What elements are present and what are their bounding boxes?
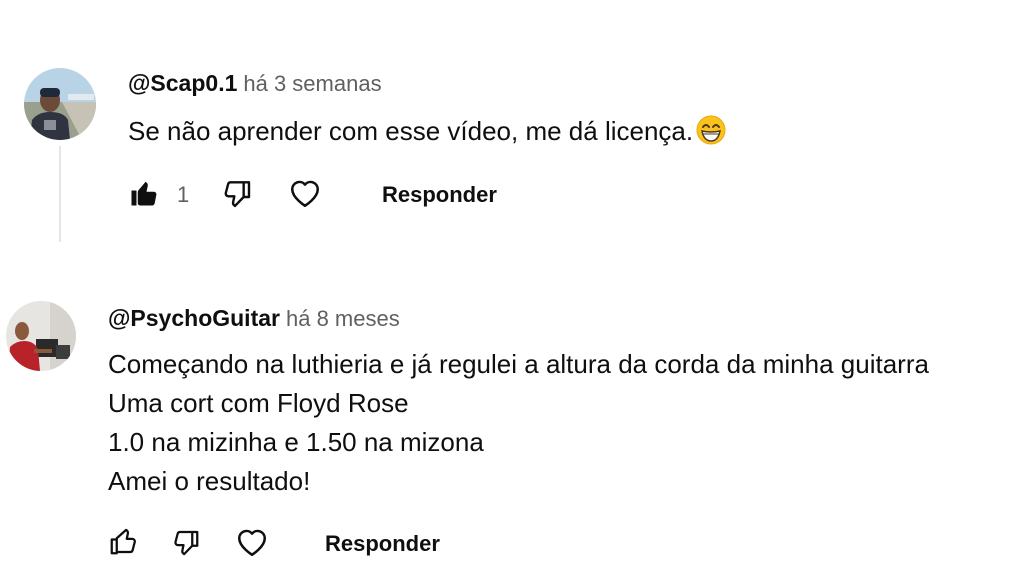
comment-line: Uma cort com Floyd Rose xyxy=(108,388,409,418)
heart-button[interactable] xyxy=(285,175,325,215)
thumbs-down-icon xyxy=(221,177,253,214)
comment-line: Começando na luthieria e já regulei a al… xyxy=(108,349,929,379)
like-button[interactable] xyxy=(108,524,138,564)
comment-actions: Responder xyxy=(108,524,468,564)
comments-section: @Scap0.1 há 3 semanas Se não aprender com… xyxy=(0,0,1024,576)
like-count: 1 xyxy=(177,182,190,207)
comment-line: Amei o resultado! xyxy=(108,466,311,496)
dislike-button[interactable] xyxy=(170,524,202,564)
comment-time[interactable]: há 3 semanas xyxy=(243,71,381,96)
reply-button[interactable]: Responder xyxy=(382,175,497,215)
thumbs-up-icon xyxy=(129,178,159,213)
avatar[interactable] xyxy=(6,301,76,371)
comment-time[interactable]: há 8 meses xyxy=(286,306,400,331)
comment-line: Se não aprender com esse vídeo, me dá li… xyxy=(128,116,694,146)
like-button[interactable] xyxy=(128,175,160,215)
heart-button[interactable] xyxy=(232,524,272,564)
grinning-face-icon xyxy=(696,115,726,156)
thread-line xyxy=(59,146,61,242)
thumbs-up-icon xyxy=(108,527,138,562)
comment-text: Se não aprender com esse vídeo, me dá li… xyxy=(128,112,726,156)
reply-button[interactable]: Responder xyxy=(325,524,440,564)
comment-text: Começando na luthieria e já regulei a al… xyxy=(108,345,929,501)
comment-author[interactable]: @Scap0.1 xyxy=(128,70,237,96)
avatar[interactable] xyxy=(24,68,96,140)
heart-icon xyxy=(233,524,271,565)
thumbs-down-icon xyxy=(171,527,201,562)
comment-actions: 1 Responder xyxy=(128,175,528,215)
comment-line: 1.0 na mizinha e 1.50 na mizona xyxy=(108,427,484,457)
comment-header: @PsychoGuitar há 8 meses xyxy=(108,307,400,330)
dislike-button[interactable] xyxy=(219,175,255,215)
heart-icon xyxy=(286,175,324,216)
comment-header: @Scap0.1 há 3 semanas xyxy=(128,72,382,95)
comment-author[interactable]: @PsychoGuitar xyxy=(108,305,280,331)
